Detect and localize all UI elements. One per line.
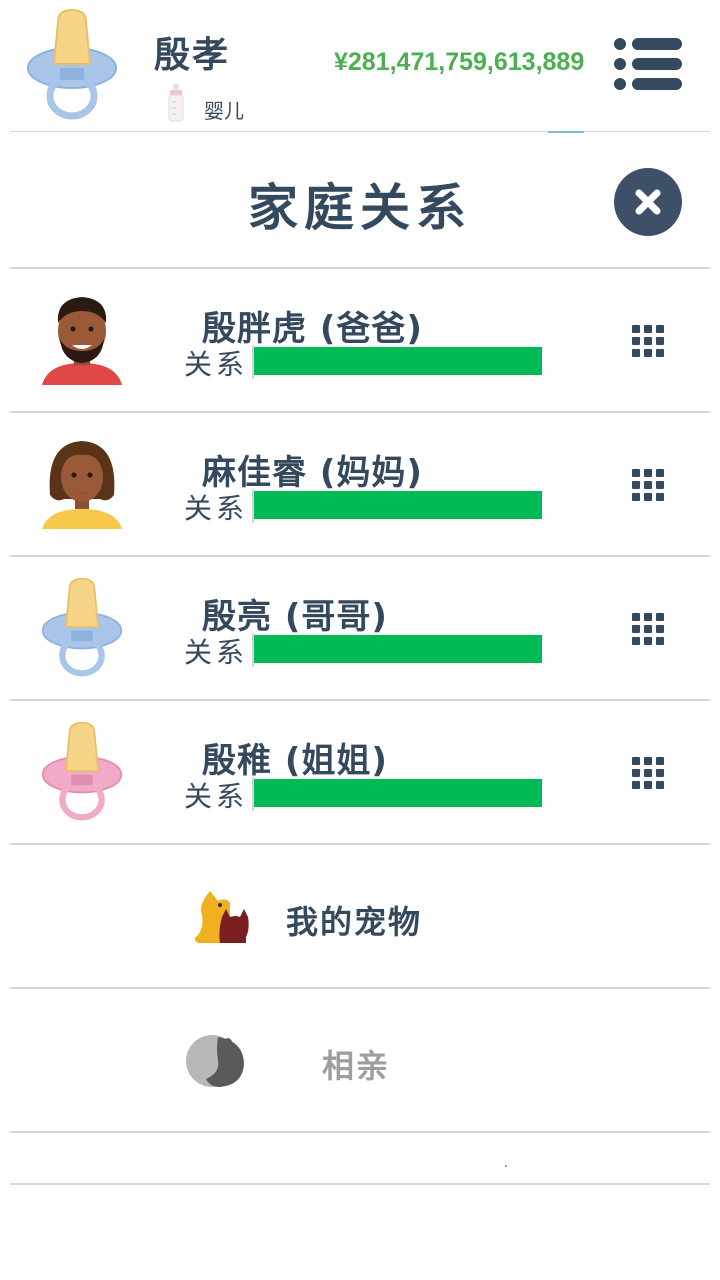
relation-label: 关系 (184, 636, 249, 669)
player-name: 殷孝 (154, 35, 231, 76)
relation-label: 关系 (184, 348, 249, 381)
close-button[interactable] (614, 168, 682, 236)
main-menu-button[interactable] (608, 34, 688, 94)
relation-label: 关系 (184, 492, 249, 525)
decorative-dot (505, 1165, 507, 1167)
relation-bar-fill (254, 635, 542, 663)
relation-bar (252, 777, 542, 811)
dating-label: 相亲 (322, 1047, 391, 1085)
family-member-sister[interactable]: 殷稚 (姐姐) 关系 (10, 701, 710, 843)
money-balance: ¥281,471,759,613,889 (334, 48, 585, 76)
relation-bar-fill (254, 779, 542, 807)
relation-bar-fill (254, 347, 542, 375)
top-status-bar: 殷孝 婴儿 ¥281,471,759,613,889 (0, 0, 720, 132)
relation-bar (252, 633, 542, 667)
relation-label: 关系 (184, 780, 249, 813)
couple-kiss-icon (186, 1035, 244, 1087)
relation-bar (252, 345, 542, 379)
grid-menu-icon (632, 469, 664, 501)
member-actions-button[interactable] (630, 323, 666, 359)
relation-bar (252, 489, 542, 523)
family-member-brother[interactable]: 殷亮 (哥哥) 关系 (10, 557, 710, 699)
blue-pacifier-icon (27, 8, 117, 120)
my-pets-button[interactable]: 我的宠物 (10, 845, 710, 987)
relation-bar-fill (254, 491, 542, 519)
pink-pacifier-icon (41, 721, 123, 821)
life-stage-label: 婴儿 (204, 99, 244, 123)
mom-avatar-icon (42, 441, 122, 529)
grid-menu-icon (632, 757, 664, 789)
member-actions-button[interactable] (630, 755, 666, 791)
close-icon (635, 189, 661, 215)
dating-button[interactable]: 相亲 (10, 989, 710, 1131)
dad-avatar-icon (42, 297, 122, 385)
title-bar: 家庭关系 (10, 132, 710, 268)
member-actions-button[interactable] (630, 611, 666, 647)
grid-menu-icon (632, 325, 664, 357)
list-menu-icon (614, 38, 682, 90)
page-title: 家庭关系 (248, 179, 472, 237)
blue-pacifier-icon (41, 577, 123, 677)
divider (10, 1131, 710, 1133)
baby-bottle-icon (168, 84, 184, 122)
family-member-mother[interactable]: 麻佳睿 (妈妈) 关系 (10, 413, 710, 555)
divider (10, 1183, 710, 1185)
member-actions-button[interactable] (630, 467, 666, 503)
my-pets-label: 我的宠物 (286, 903, 423, 941)
grid-menu-icon (632, 613, 664, 645)
dog-cat-icon (195, 891, 249, 943)
family-member-father[interactable]: 殷胖虎 (爸爸) 关系 (10, 269, 710, 411)
